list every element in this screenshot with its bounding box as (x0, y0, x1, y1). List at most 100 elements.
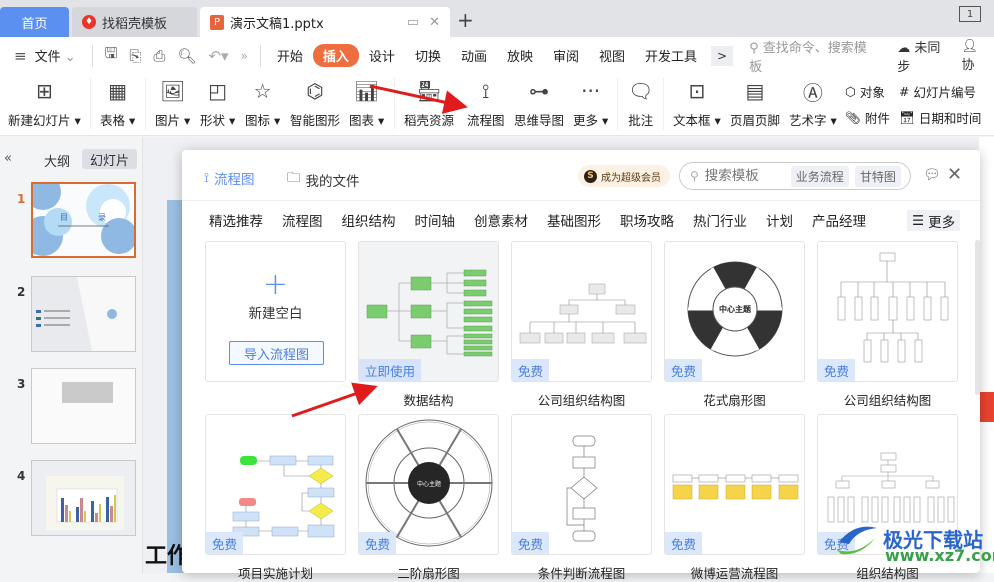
slide-thumbnail[interactable] (31, 276, 136, 352)
menu-tab[interactable]: 设计 (359, 46, 405, 65)
template-card[interactable]: 免费 (205, 414, 346, 555)
file-menu[interactable]: 文件 ⌄ (33, 46, 86, 65)
window-switch-button[interactable]: 1 (959, 6, 981, 22)
menu-tab[interactable]: 审阅 (543, 46, 589, 65)
picture-button[interactable]: 🖼︎图片 ▾ (155, 78, 190, 129)
vip-button[interactable]: S成为超级会员 (578, 165, 670, 187)
print-preview-icon[interactable]: 🔍︎ (171, 47, 202, 65)
icon-button[interactable]: ☆图标 ▾ (245, 78, 280, 129)
menu-tab[interactable]: 开发工具 (635, 46, 707, 65)
more-categories-button[interactable]: ☰更多 (907, 210, 960, 231)
close-dialog-icon[interactable]: ✕ (947, 164, 962, 185)
attachment-button[interactable]: 📎︎附件 (845, 108, 890, 127)
search-tag[interactable]: 业务流程 (791, 166, 849, 187)
new-tab-button[interactable]: + (457, 8, 474, 32)
watermark-logo-icon (835, 520, 879, 556)
search-tag[interactable]: 甘特图 (855, 166, 901, 187)
center-topic-text: 中心主题 (417, 480, 441, 488)
category-tab[interactable]: 流程图 (282, 210, 323, 230)
datetime-button[interactable]: 📅︎日期和时间 (899, 108, 981, 127)
menu-tab[interactable]: 放映 (497, 46, 543, 65)
category-tab[interactable]: 精选推荐 (209, 210, 263, 230)
tab-my-files[interactable]: 🗀我的文件 (287, 168, 360, 191)
menu-tab[interactable]: 插入 (313, 44, 359, 67)
template-card[interactable]: 中心主题 免费 (358, 414, 499, 555)
collaborate-button[interactable]: 👤︎ 协 (962, 39, 994, 73)
slide-number: 4 (17, 469, 25, 483)
dialog-scrollbar[interactable] (975, 240, 980, 395)
smart-art-label: 智能图形 (290, 113, 340, 128)
template-card[interactable]: 免费 (511, 241, 652, 382)
undo-icon[interactable]: ↶▾ (202, 47, 234, 65)
template-card[interactable]: 免费 (511, 414, 652, 555)
category-tab[interactable]: 组织结构 (342, 210, 396, 230)
add-user-icon: 👤︎ (962, 39, 979, 54)
use-now-badge[interactable]: 立即使用 (359, 359, 421, 381)
hamburger-menu-icon[interactable]: ≡ (8, 47, 33, 65)
template-card[interactable]: 免费 (664, 414, 805, 555)
category-tab[interactable]: 创意素材 (474, 210, 528, 230)
category-tab[interactable]: 职场攻略 (620, 210, 674, 230)
object-button[interactable]: ⬡对象 (845, 82, 885, 101)
pin-window-icon[interactable]: ▭ (407, 15, 419, 30)
category-tab[interactable]: 基础图形 (547, 210, 601, 230)
save-icon[interactable]: 🖫 (99, 43, 124, 68)
slide-thumbnail[interactable] (31, 460, 136, 536)
smart-art-button[interactable]: ⌬智能图形 (290, 78, 340, 129)
file-menu-label: 文件 (35, 50, 61, 65)
tab-flowchart[interactable]: ⟟流程图 (204, 168, 255, 188)
template-search-input[interactable] (705, 168, 785, 184)
menu-tab[interactable]: 切换 (405, 46, 451, 65)
wordart-label: 艺术字 (789, 113, 827, 128)
category-tab[interactable]: 时间轴 (415, 210, 456, 230)
menu-tab[interactable]: 开始 (267, 46, 313, 65)
daoke-resources-button[interactable]: 🏪︎稻壳资源 (404, 78, 454, 129)
export-pdf-icon[interactable]: ⎘ (123, 47, 147, 65)
tab-document[interactable]: P 演示文稿1.pptx ▭ ✕ (200, 7, 450, 37)
divider (92, 45, 93, 67)
menu-tab[interactable]: 动画 (451, 46, 497, 65)
print-icon[interactable]: ⎙ (147, 47, 171, 65)
close-tab-icon[interactable]: ✕ (429, 15, 440, 30)
menu-tab[interactable]: 视图 (589, 46, 635, 65)
slide-number-button[interactable]: #幻灯片编号 (899, 82, 976, 101)
more-tabs-button[interactable]: > (711, 46, 733, 66)
import-flowchart-button[interactable]: 导入流程图 (229, 341, 324, 365)
slide-3-preview (32, 369, 135, 443)
chart-button[interactable]: 📊︎图表 ▾ (349, 78, 384, 129)
new-blank-card[interactable]: + 新建空白 导入流程图 (205, 241, 346, 382)
collapse-panel-button[interactable]: « (4, 151, 12, 166)
comment-button[interactable]: 🗨︎批注 (628, 78, 653, 129)
free-badge: 免费 (206, 532, 243, 554)
new-slide-button[interactable]: ⊞新建幻灯片 ▾ (8, 78, 81, 129)
template-card[interactable]: 立即使用 (358, 241, 499, 382)
tab-slides[interactable]: 幻灯片 (82, 149, 137, 169)
daoke-logo-icon: ♦ (82, 15, 96, 29)
slide-thumbnail[interactable] (31, 368, 136, 444)
header-footer-button[interactable]: ▤页眉页脚 (730, 78, 780, 129)
feedback-icon[interactable]: 💬︎ (923, 167, 941, 183)
flowchart-button[interactable]: ⟟流程图 (467, 78, 505, 129)
table-button[interactable]: ▦表格 ▾ (100, 78, 135, 129)
free-badge: 免费 (665, 532, 702, 554)
tab-home[interactable]: 首页 (0, 7, 69, 37)
divider (617, 78, 618, 130)
category-tab[interactable]: 计划 (766, 210, 793, 230)
textbox-button[interactable]: ⊡文本框 ▾ (673, 78, 721, 129)
slide-thumbnail[interactable]: 目录 (31, 182, 136, 258)
tab-daoke[interactable]: ♦ 找稻壳模板 (72, 7, 197, 37)
sync-status[interactable]: ☁ 未同步 (897, 37, 951, 75)
right-panel-edge (979, 137, 994, 573)
template-card[interactable]: 免费 (817, 241, 958, 382)
category-tab[interactable]: 产品经理 (812, 210, 866, 230)
template-card[interactable]: 中心主题 免费 (664, 241, 805, 382)
tab-outline[interactable]: 大纲 (44, 151, 70, 170)
wordart-button[interactable]: Ⓐ艺术字 ▾ (789, 78, 837, 129)
command-search[interactable]: ⚲ 查找命令、搜索模板 (749, 37, 875, 75)
more-insert-button[interactable]: ···更多 ▾ (573, 78, 608, 129)
more-quick-actions-icon[interactable]: » (235, 49, 254, 63)
dialog-header: ⟟流程图 🗀我的文件 S成为超级会员 ⚲ 业务流程 甘特图 💬︎ ✕ (182, 150, 980, 201)
category-tab[interactable]: 热门行业 (693, 210, 747, 230)
shape-button[interactable]: ◰形状 ▾ (200, 78, 235, 129)
mindmap-button[interactable]: ⊶思维导图 (514, 78, 564, 129)
